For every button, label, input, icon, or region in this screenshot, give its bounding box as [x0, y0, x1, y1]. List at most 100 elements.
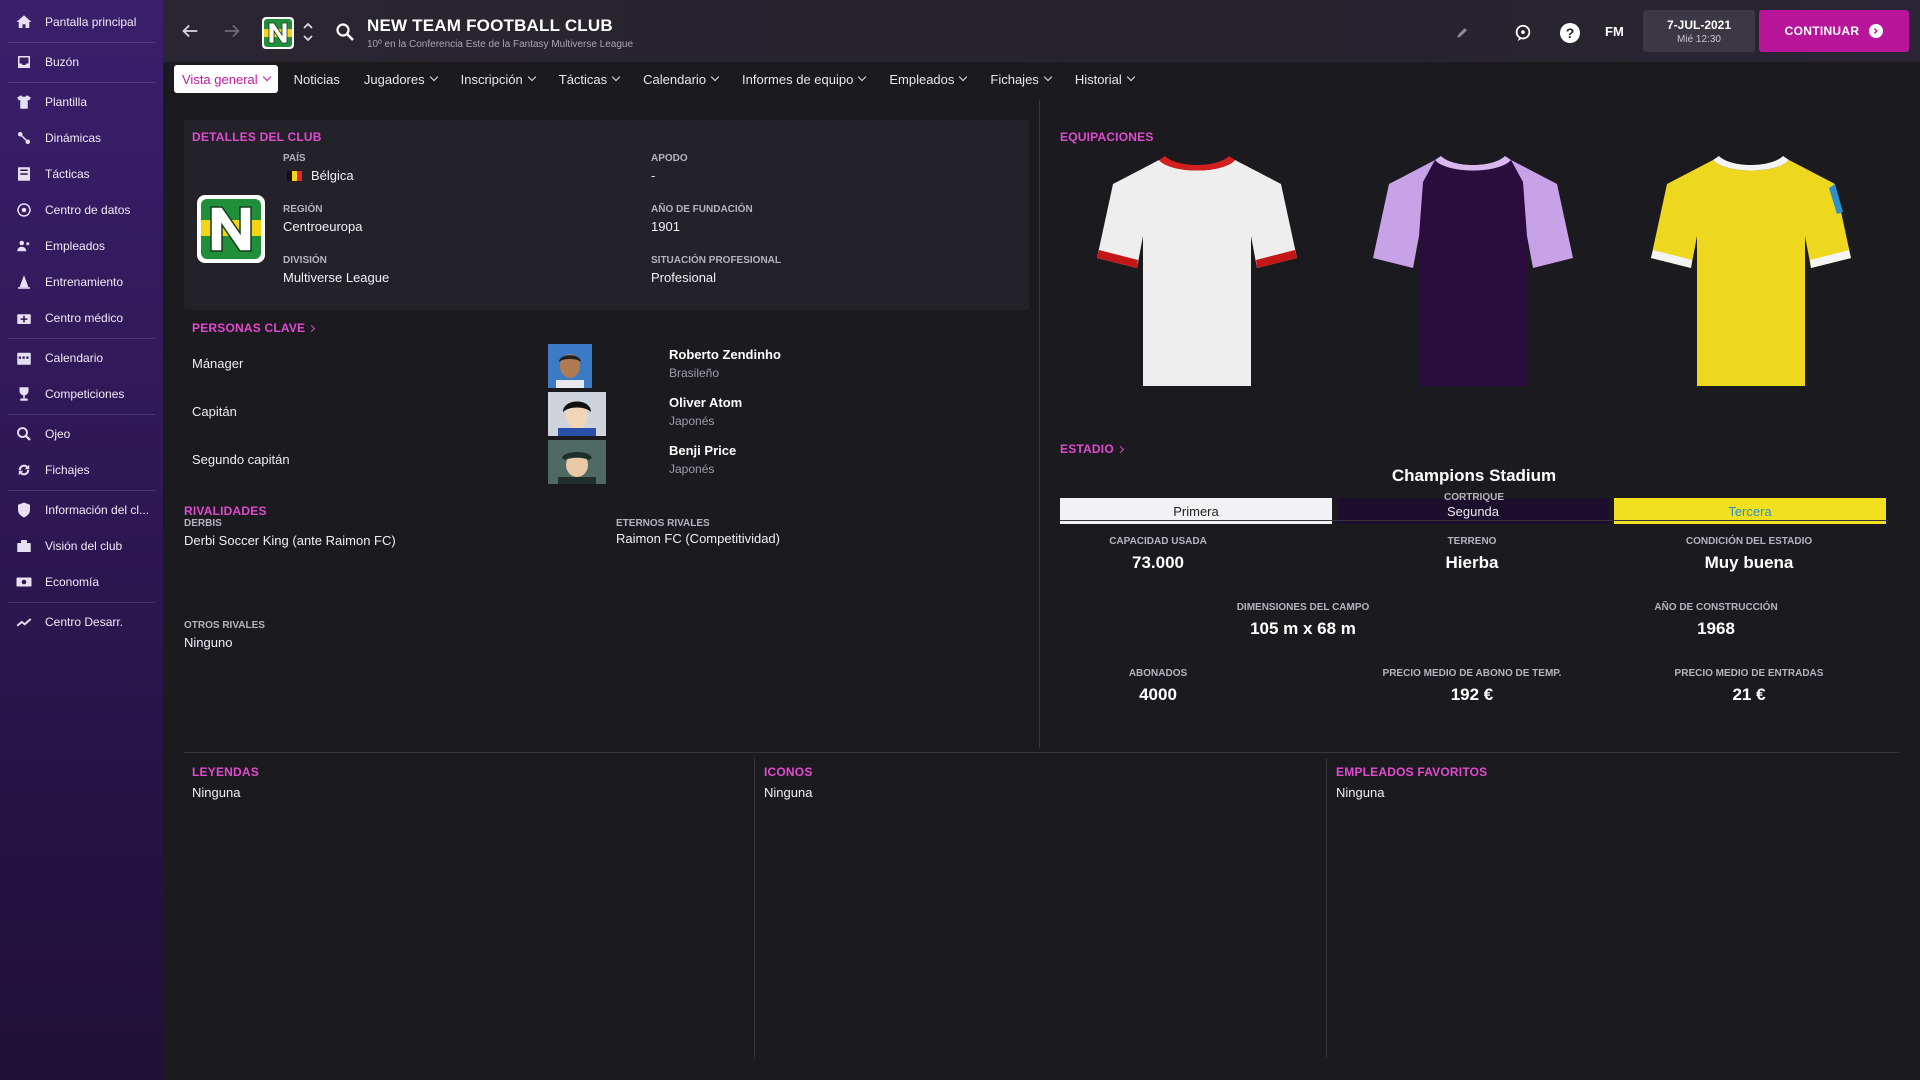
region-field: REGIÓN Centroeuropa [283, 204, 363, 234]
sidebar-item-home[interactable]: Pantalla principal [0, 4, 163, 40]
sidebar-item-label: Economía [45, 575, 100, 589]
country-value: Bélgica [311, 168, 354, 183]
forward-button[interactable] [219, 18, 245, 44]
vice-captain-face-photo [548, 440, 606, 484]
division-field: DIVISIÓN Multiverse League [283, 255, 389, 285]
help-button[interactable]: ? [1559, 22, 1581, 44]
sidebar-item-calendar[interactable]: Calendario [0, 340, 163, 376]
sidebar-item-label: Empleados [45, 239, 106, 253]
sidebar-item-label: Información del cl... [45, 503, 150, 517]
stat-label: PRECIO MEDIO DE ENTRADAS [1674, 668, 1824, 679]
sidebar-divider [8, 414, 155, 415]
key-person-nationality: Japonés [669, 462, 715, 476]
division-label: DIVISIÓN [283, 255, 327, 266]
sidebar-item-club-info[interactable]: Información del cl... [0, 492, 163, 528]
search-icon[interactable] [335, 22, 355, 42]
continue-button[interactable]: CONTINUAR [1759, 10, 1909, 52]
key-person-name[interactable]: Roberto Zendinho [669, 347, 781, 362]
tactics-icon [13, 163, 35, 185]
key-person-name[interactable]: Oliver Atom [669, 395, 742, 410]
stadium-link[interactable]: ESTADIO [1060, 442, 1124, 456]
away-kit-shirt[interactable] [1373, 152, 1573, 392]
top-bar: NEW TEAM FOOTBALL CLUB 10º en la Confere… [163, 0, 1920, 62]
tab-history[interactable]: Historial [1067, 65, 1142, 93]
third-kit-shirt[interactable] [1651, 152, 1851, 392]
sidebar-item-label: Visión del club [45, 539, 123, 553]
key-person-role: Segundo capitán [192, 452, 290, 467]
stadium-stat: PRECIO MEDIO DE ENTRADAS 21 € [1614, 668, 1884, 705]
back-button[interactable] [177, 18, 203, 44]
sidebar-item-label: Calendario [45, 351, 104, 365]
svg-text:?: ? [1566, 25, 1575, 41]
stat-label: DIMENSIONES DEL CAMPO [1236, 602, 1370, 613]
data-hub-icon [13, 199, 35, 221]
stadium-title: ESTADIO [1060, 442, 1114, 456]
home-icon [13, 11, 35, 33]
tab-staff[interactable]: Empleados [881, 65, 974, 93]
tab-team-reports[interactable]: Informes de equipo [734, 65, 873, 93]
key-person-row[interactable]: Capitán Oliver Atom Japonés [192, 392, 1012, 440]
key-person-role: Mánager [192, 356, 244, 371]
stat-label: PRECIO MEDIO DE ABONO DE TEMP. [1382, 668, 1562, 679]
captain-face-photo [548, 392, 606, 436]
founded-label: AÑO DE FUNDACIÓN [651, 204, 753, 215]
arrow-left-icon [182, 24, 198, 38]
sidebar-item-staff[interactable]: Empleados [0, 228, 163, 264]
chevron-down-icon [1126, 72, 1136, 82]
stat-label: ABONADOS [1128, 668, 1188, 679]
tab-news[interactable]: Noticias [286, 65, 348, 93]
stadium-divider [1060, 520, 1888, 521]
sidebar-item-medical[interactable]: Centro médico [0, 300, 163, 336]
club-details-card: DETALLES DEL CLUB PAÍS Bélgica REGIÓN Ce… [184, 120, 1029, 310]
sidebar-item-squad[interactable]: Plantilla [0, 84, 163, 120]
date-display[interactable]: 7-JUL-2021 Mié 12:30 [1643, 10, 1755, 52]
chevron-down-icon [858, 72, 867, 82]
sidebar-item-training[interactable]: Entrenamiento [0, 264, 163, 300]
transfers-icon [13, 459, 35, 481]
fm-menu-button[interactable]: FM [1605, 24, 1624, 39]
professional-status-field: SITUACIÓN PROFESIONAL Profesional [651, 255, 781, 285]
sidebar-item-finance[interactable]: Economía [0, 564, 163, 600]
stat-value: Hierba [1445, 553, 1499, 572]
sidebar-item-tactics[interactable]: Tácticas [0, 156, 163, 192]
tab-tactics[interactable]: Tácticas [551, 65, 627, 93]
sidebar-item-club-vision[interactable]: Visión del club [0, 528, 163, 564]
stat-value: 21 € [1732, 685, 1766, 704]
key-people-link[interactable]: PERSONAS CLAVE [192, 321, 316, 335]
sidebar-item-scouting[interactable]: Ojeo [0, 416, 163, 452]
tab-overview[interactable]: Vista general [174, 65, 278, 93]
key-person-name[interactable]: Benji Price [669, 443, 736, 458]
home-kit-shirt[interactable] [1097, 152, 1297, 392]
stat-label: TERRENO [1447, 536, 1497, 547]
arrow-right-circle-icon [1869, 24, 1884, 38]
key-person-row[interactable]: Mánager Roberto Zendinho Brasileño [192, 344, 1012, 392]
tab-players[interactable]: Jugadores [356, 65, 445, 93]
rivalries-title: RIVALIDADES [184, 504, 267, 518]
sidebar-item-data-hub[interactable]: Centro de datos [0, 192, 163, 228]
sidebar-item-label: Competiciones [45, 387, 125, 401]
chevron-down-icon [959, 72, 968, 82]
eternal-rivals-value[interactable]: Raimon FC (Competitividad) [616, 531, 780, 546]
stadium-stat: PRECIO MEDIO DE ABONO DE TEMP. 192 € [1337, 668, 1607, 705]
derbies-field: DERBIS Derbi Soccer King (ante Raimon FC… [184, 518, 396, 548]
derbies-value[interactable]: Derbi Soccer King (ante Raimon FC) [184, 533, 396, 548]
inbox-icon [13, 51, 35, 73]
stadium-header: Champions Stadium CORTRIQUE [1060, 466, 1888, 503]
sidebar-item-inbox[interactable]: Buzón [0, 44, 163, 80]
chevron-updown-icon[interactable] [301, 18, 315, 46]
region-value: Centroeuropa [283, 219, 363, 234]
sidebar-item-transfers[interactable]: Fichajes [0, 452, 163, 488]
key-person-row[interactable]: Segundo capitán Benji Price Japonés [192, 440, 1012, 488]
sidebar-item-development[interactable]: Centro Desarr. [0, 604, 163, 640]
sidebar-item-label: Dinámicas [45, 131, 102, 145]
tab-transfers[interactable]: Fichajes [982, 65, 1058, 93]
club-badge-icon[interactable] [261, 16, 295, 50]
support-button[interactable] [1512, 22, 1534, 44]
tab-registration[interactable]: Inscripción [453, 65, 543, 93]
sidebar-item-label: Plantilla [45, 95, 88, 109]
favourite-staff-panel: EMPLEADOS FAVORITOS Ninguna [1336, 765, 1487, 800]
sidebar-item-dynamics[interactable]: Dinámicas [0, 120, 163, 156]
sidebar-item-competitions[interactable]: Competiciones [0, 376, 163, 412]
tab-calendar[interactable]: Calendario [635, 65, 726, 93]
edit-button[interactable] [1451, 22, 1473, 44]
